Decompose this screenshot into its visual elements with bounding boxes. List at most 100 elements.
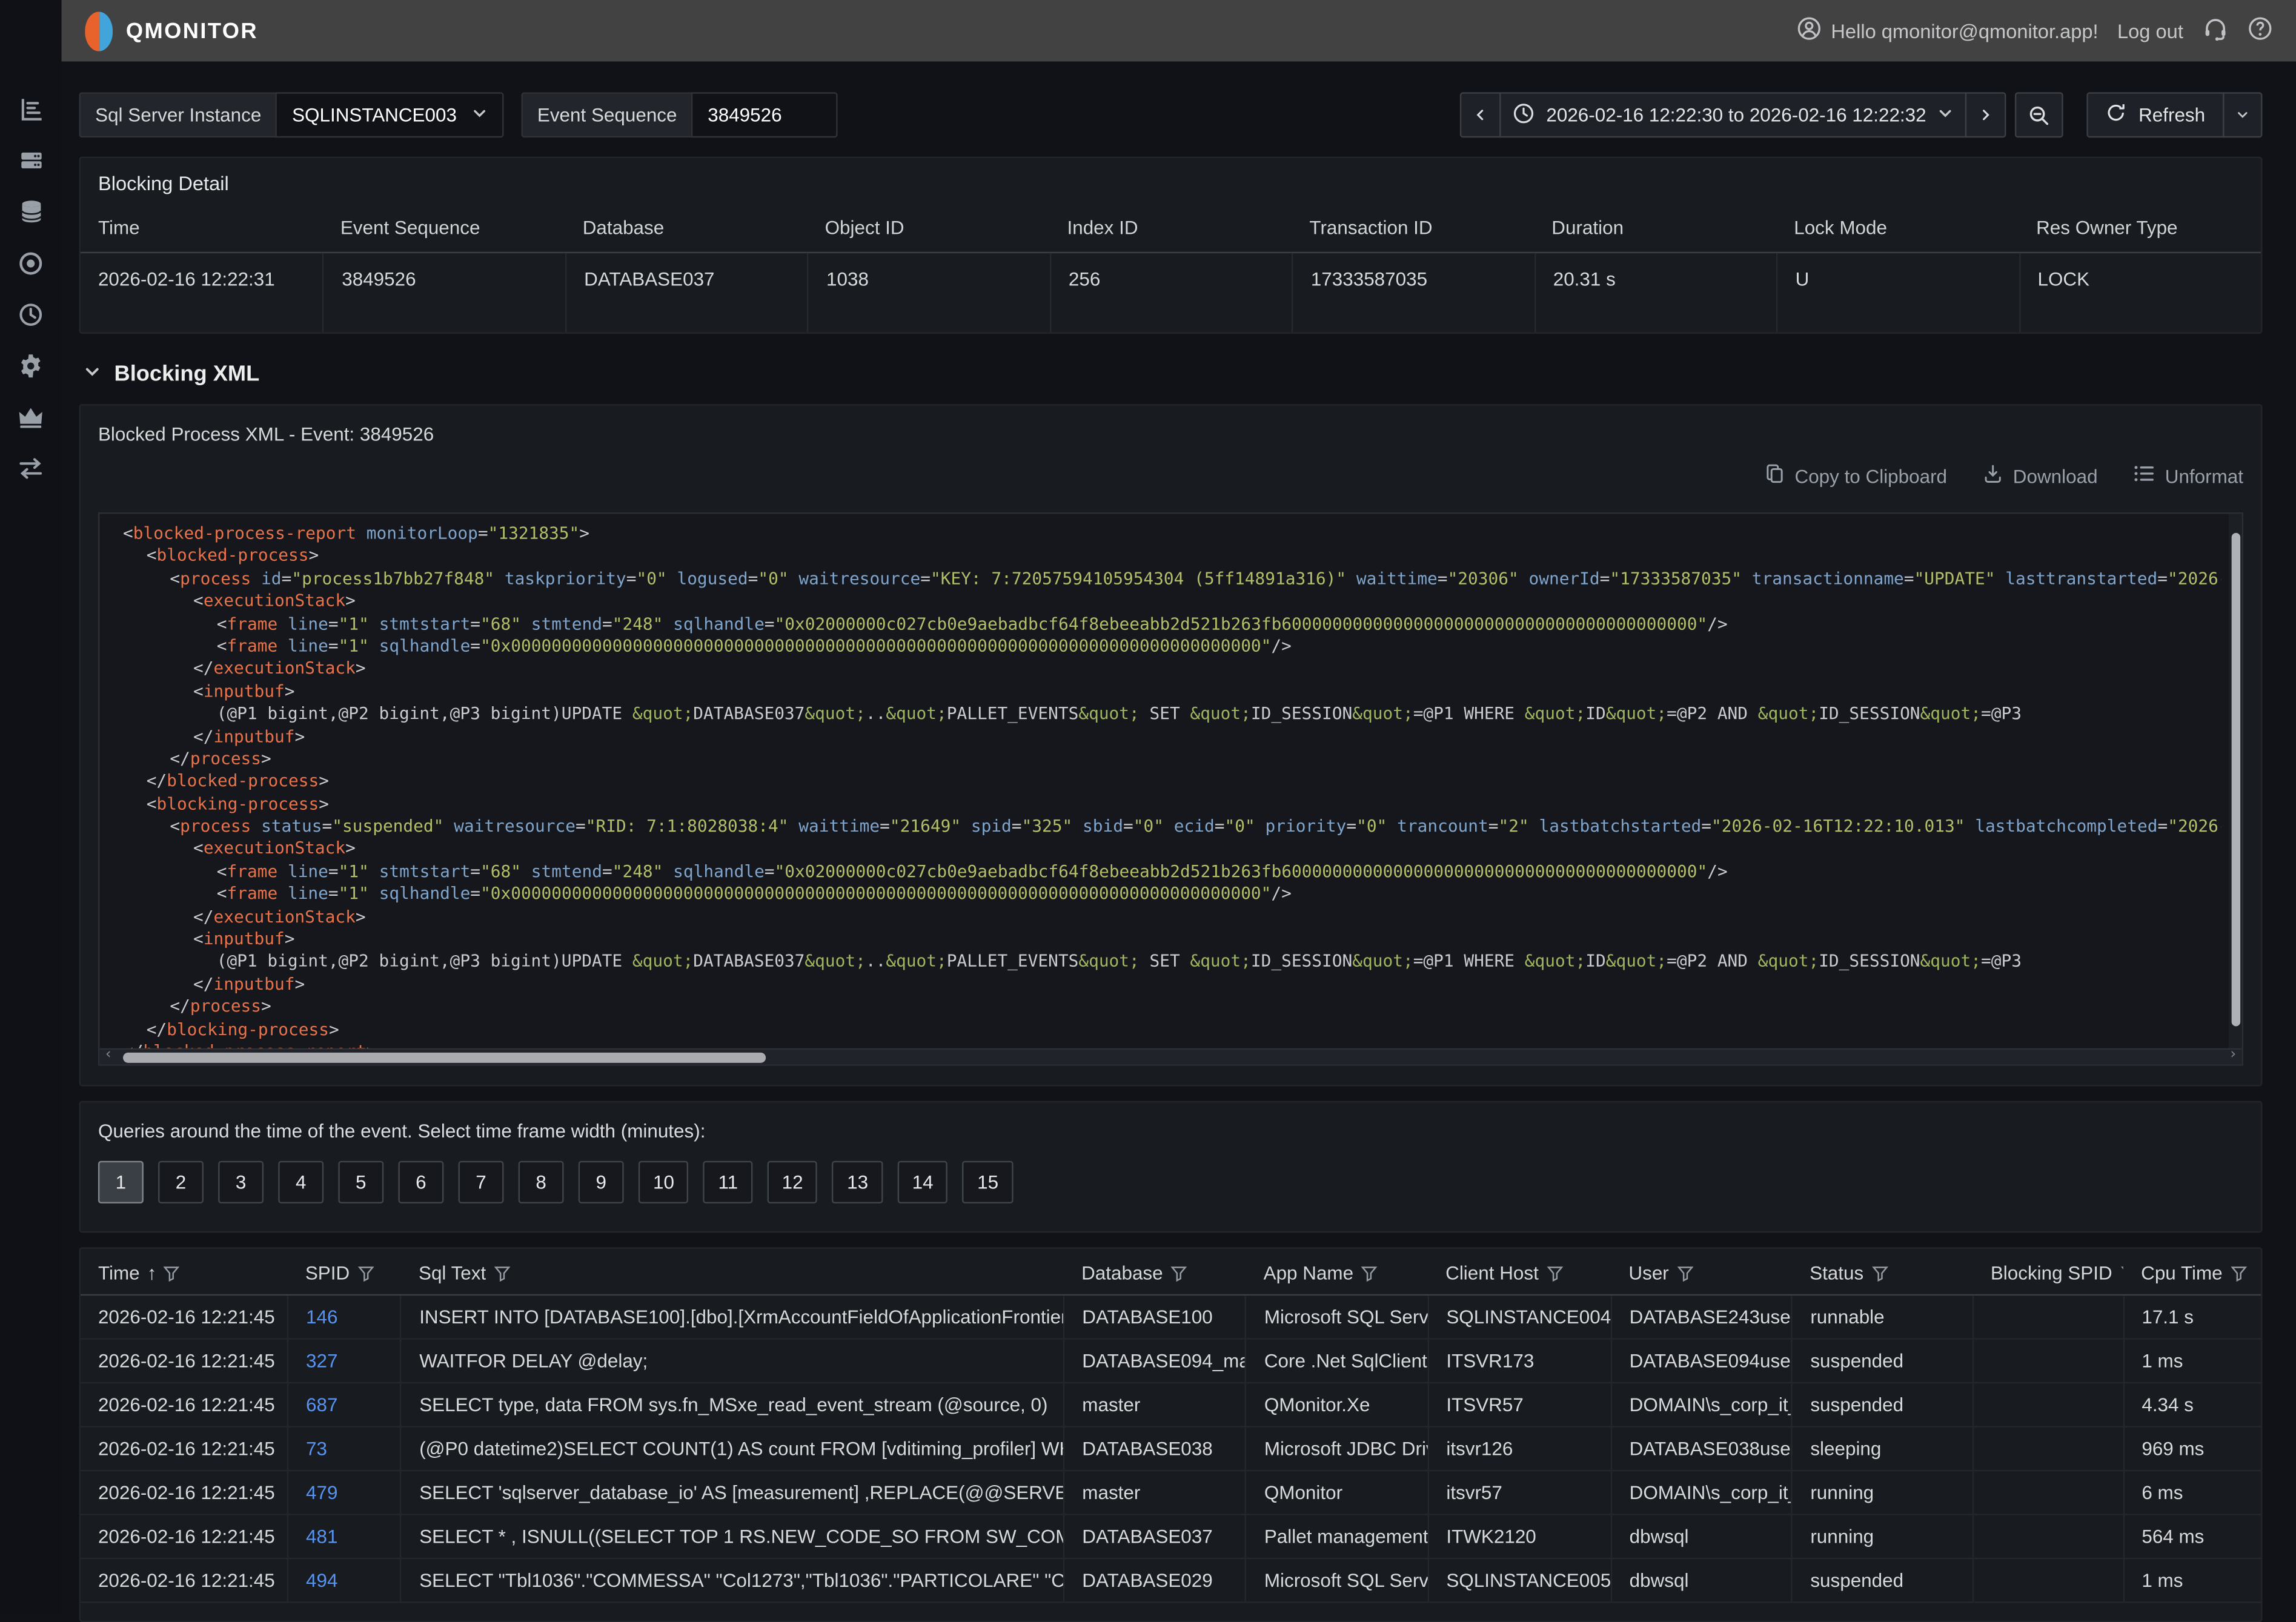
column-header-spid[interactable]: SPID <box>288 1252 401 1295</box>
vertical-scrollbar[interactable] <box>2229 514 2242 1048</box>
table-row[interactable]: 2026-02-16 12:21:45327WAITFOR DELAY @del… <box>81 1339 2261 1383</box>
filter-funnel-icon[interactable] <box>1871 1265 1888 1282</box>
column-header-user[interactable]: User <box>1611 1252 1792 1295</box>
sidebar-item-license[interactable] <box>12 401 50 439</box>
horizontal-scrollbar[interactable]: ‹ › <box>99 1048 2241 1065</box>
filter-funnel-icon[interactable] <box>493 1265 511 1282</box>
sort-asc-icon[interactable]: ↑ <box>147 1262 157 1284</box>
column-header-app-name[interactable]: App Name <box>1246 1252 1428 1295</box>
support-headset-icon[interactable] <box>2202 16 2229 45</box>
download-button[interactable]: Download <box>1982 463 2098 489</box>
timeframe-button-14[interactable]: 14 <box>897 1161 947 1203</box>
table-row[interactable]: 2026-02-16 12:21:4573(@P0 datetime2)SELE… <box>81 1426 2261 1471</box>
column-header-time[interactable]: Time↑ <box>81 1252 288 1295</box>
xml-code-line: <executionStack> <box>123 591 2221 613</box>
timeframe-button-13[interactable]: 13 <box>832 1161 883 1203</box>
sidebar-item-servers[interactable] <box>12 145 50 183</box>
column-header-blocking-spid[interactable]: Blocking SPID <box>1973 1252 2123 1295</box>
filter-funnel-icon[interactable] <box>2120 1265 2123 1282</box>
sidebar-item-settings[interactable] <box>12 350 50 388</box>
filter-funnel-icon[interactable] <box>1170 1265 1188 1282</box>
instance-select[interactable]: SQLINSTANCE003 <box>276 92 504 137</box>
table-row[interactable]: 2026-02-16 12:21:45481SELECT * , ISNULL(… <box>81 1514 2261 1558</box>
table-cell: 969 ms <box>2123 1426 2261 1471</box>
horizontal-scrollbar-thumb[interactable] <box>123 1053 766 1063</box>
spid-link[interactable]: 327 <box>306 1350 337 1372</box>
table-cell: master <box>1064 1383 1246 1427</box>
column-header-client-host[interactable]: Client Host <box>1428 1252 1611 1295</box>
timeframe-button-7[interactable]: 7 <box>459 1161 504 1203</box>
scroll-right-arrow[interactable]: › <box>2229 1047 2238 1063</box>
queries-table-body: 2026-02-16 12:21:45146INSERT INTO [DATAB… <box>81 1295 2261 1603</box>
spid-link[interactable]: 494 <box>306 1569 337 1591</box>
table-row[interactable]: 2026-02-16 12:21:45479SELECT 'sqlserver_… <box>81 1471 2261 1515</box>
timeframe-button-10[interactable]: 10 <box>639 1161 689 1203</box>
timeframe-button-11[interactable]: 11 <box>703 1161 752 1203</box>
sidebar-item-transfer[interactable] <box>12 452 50 491</box>
refresh-button[interactable]: Refresh <box>2088 92 2225 137</box>
logo[interactable]: QMONITOR <box>85 11 258 50</box>
filter-funnel-icon[interactable] <box>1676 1265 1694 1282</box>
zoom-out-button[interactable] <box>2016 92 2064 137</box>
column-header-sql-text[interactable]: Sql Text <box>401 1252 1064 1295</box>
bd-cell: 256 <box>1049 253 1292 334</box>
timeframe-button-15[interactable]: 15 <box>963 1161 1013 1203</box>
timeframe-button-2[interactable]: 2 <box>158 1161 204 1203</box>
filter-funnel-icon[interactable] <box>162 1265 180 1282</box>
column-header-cpu-time[interactable]: Cpu Time <box>2123 1252 2261 1295</box>
help-icon[interactable] <box>2248 16 2272 45</box>
xml-code-line: </executionStack> <box>123 905 2221 928</box>
time-range-forward-button[interactable] <box>1966 92 2007 137</box>
bar-chart-icon <box>18 97 43 129</box>
table-row[interactable]: 2026-02-16 12:21:45687SELECT type, data … <box>81 1383 2261 1427</box>
unformat-button[interactable]: Unformat <box>2133 464 2243 488</box>
filter-funnel-icon[interactable] <box>1546 1265 1564 1282</box>
spid-link[interactable]: 146 <box>306 1306 337 1328</box>
spid-link[interactable]: 481 <box>306 1526 337 1548</box>
bd-column-header: Transaction ID <box>1292 205 1534 253</box>
blocking-xml-toggle[interactable]: Blocking XML <box>84 357 2263 389</box>
table-cell: dbwsql <box>1611 1514 1792 1558</box>
timeframe-button-4[interactable]: 4 <box>278 1161 323 1203</box>
scroll-left-arrow[interactable]: ‹ <box>104 1047 113 1063</box>
queries-table: Time↑SPIDSql TextDatabaseApp NameClient … <box>81 1252 2261 1603</box>
filter-funnel-icon[interactable] <box>1361 1265 1378 1282</box>
timeframe-button-1[interactable]: 1 <box>98 1161 144 1203</box>
timeframe-button-12[interactable]: 12 <box>767 1161 817 1203</box>
clock-icon <box>18 301 44 335</box>
spid-link[interactable]: 687 <box>306 1394 337 1415</box>
table-cell: SQLINSTANCE005 <box>1428 1558 1611 1603</box>
time-range-picker[interactable]: 2026-02-16 12:22:30 to 2026-02-16 12:22:… <box>1499 92 1967 137</box>
spid-link[interactable]: 479 <box>306 1481 337 1503</box>
blocked-process-xml-panel: Blocked Process XML - Event: 3849526 Cop… <box>79 404 2263 1086</box>
sidebar-item-history[interactable] <box>12 299 50 337</box>
sidebar-item-charts[interactable] <box>12 94 50 132</box>
refresh-interval-dropdown[interactable] <box>2223 92 2262 137</box>
chevron-down-icon <box>84 361 101 386</box>
table-cell: DATABASE038 <box>1064 1426 1246 1471</box>
column-header-status[interactable]: Status <box>1792 1252 1973 1295</box>
filter-funnel-icon[interactable] <box>2230 1265 2248 1282</box>
sequence-input[interactable] <box>708 104 822 126</box>
logout-button[interactable]: Log out <box>2117 20 2183 42</box>
table-row[interactable]: 2026-02-16 12:21:45146INSERT INTO [DATAB… <box>81 1295 2261 1339</box>
xml-code-line: <frame line="1" sqlhandle="0x00000000000… <box>123 635 2221 658</box>
sidebar-item-monitoring[interactable] <box>12 247 50 285</box>
sidebar-item-databases[interactable] <box>12 196 50 234</box>
timeframe-button-3[interactable]: 3 <box>218 1161 264 1203</box>
xml-code-line: (@P1 bigint,@P2 bigint,@P3 bigint)UPDATE… <box>123 951 2221 973</box>
clock-icon <box>1513 102 1535 128</box>
timeframe-button-5[interactable]: 5 <box>338 1161 383 1203</box>
table-row[interactable]: 2026-02-16 12:21:45494SELECT "Tbl1036"."… <box>81 1558 2261 1603</box>
filter-funnel-icon[interactable] <box>357 1265 374 1282</box>
time-range-back-button[interactable] <box>1460 92 1501 137</box>
column-header-database[interactable]: Database <box>1064 1252 1246 1295</box>
xml-code-line: <process id="process1b7bb27f848" taskpri… <box>123 568 2221 590</box>
timeframe-button-6[interactable]: 6 <box>398 1161 443 1203</box>
vertical-scrollbar-thumb[interactable] <box>2231 533 2240 1027</box>
spid-link[interactable]: 73 <box>306 1438 327 1460</box>
timeframe-button-9[interactable]: 9 <box>579 1161 624 1203</box>
xml-code-line: <blocking-process> <box>123 793 2221 815</box>
copy-to-clipboard-button[interactable]: Copy to Clipboard <box>1764 463 1947 489</box>
timeframe-button-8[interactable]: 8 <box>519 1161 564 1203</box>
